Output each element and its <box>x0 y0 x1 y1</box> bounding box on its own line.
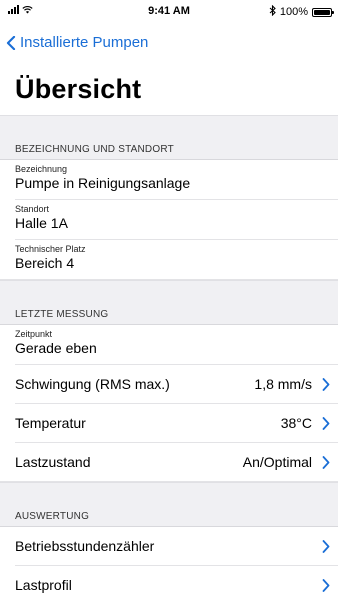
back-button[interactable]: Installierte Pumpen <box>6 34 148 51</box>
field-value: Halle 1A <box>15 215 68 231</box>
section-spacer <box>0 280 338 305</box>
field-value: Bereich 4 <box>15 255 75 271</box>
status-right: 100% <box>269 4 334 19</box>
section-spacer <box>0 482 338 507</box>
row-value: 1,8 mm/s <box>254 376 312 392</box>
field-value: Gerade eben <box>15 340 97 356</box>
chevron-right-icon <box>322 417 330 430</box>
row-label: Lastzustand <box>15 454 91 470</box>
back-button-label: Installierte Pumpen <box>20 34 149 51</box>
row-value: 38°C <box>280 415 312 431</box>
status-bar: 9:41 AM 100% <box>0 0 338 22</box>
chevron-left-icon <box>6 35 16 50</box>
row-operating-hours[interactable]: Betriebsstundenzähler <box>0 527 338 566</box>
field-label: Technischer Platz <box>15 244 86 254</box>
section-header-measurement: LETZTE MESSUNG <box>0 305 338 325</box>
section-header-evaluation: AUSWERTUNG <box>0 507 338 527</box>
row-load-profile[interactable]: Lastprofil <box>0 566 338 593</box>
row-label: Schwingung (RMS max.) <box>15 376 170 392</box>
chevron-right-icon <box>322 378 330 391</box>
row-load-state[interactable]: Lastzustand An/Optimal <box>0 443 338 482</box>
row-value: An/Optimal <box>242 454 312 470</box>
bluetooth-icon <box>269 4 276 19</box>
field-label: Zeitpunkt <box>15 329 53 339</box>
chevron-right-icon <box>322 456 330 469</box>
row-vibration[interactable]: Schwingung (RMS max.) 1,8 mm/s <box>0 365 338 404</box>
row-label: Lastprofil <box>15 577 72 593</box>
chevron-right-icon <box>322 579 330 592</box>
row-label: Betriebsstundenzähler <box>15 538 155 554</box>
battery-percent: 100% <box>279 6 308 18</box>
section-header-location: BEZEICHNUNG UND STANDORT <box>0 140 338 160</box>
field-technical-place: Technischer Platz Bereich 4 <box>0 240 338 280</box>
row-temperature[interactable]: Temperatur 38°C <box>0 404 338 443</box>
row-label: Temperatur <box>15 415 86 431</box>
field-designation: Bezeichnung Pumpe in Reinigungsanlage <box>0 160 338 200</box>
section-spacer <box>0 115 338 140</box>
battery-icon <box>312 7 334 17</box>
field-timestamp: Zeitpunkt Gerade eben <box>0 325 338 365</box>
content-list[interactable]: BEZEICHNUNG UND STANDORT Bezeichnung Pum… <box>0 115 338 593</box>
field-value: Pumpe in Reinigungsanlage <box>15 175 191 191</box>
page-title: Übersicht <box>15 74 142 104</box>
field-label: Standort <box>15 204 50 214</box>
chevron-right-icon <box>322 540 330 553</box>
field-label: Bezeichnung <box>15 164 68 174</box>
field-location: Standort Halle 1A <box>0 200 338 240</box>
